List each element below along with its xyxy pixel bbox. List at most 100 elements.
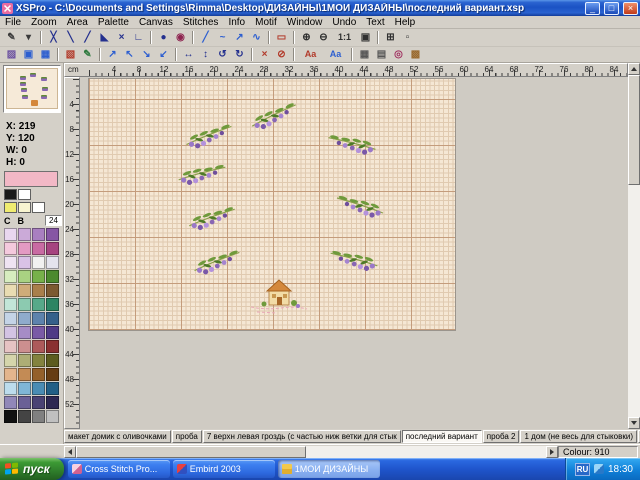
- palette-swatch[interactable]: [46, 396, 59, 409]
- palette-swatch[interactable]: [4, 298, 17, 311]
- taskbar-task-button[interactable]: Cross Stitch Pro...: [68, 460, 170, 478]
- full-cross-stitch-tool-button[interactable]: ╳: [45, 30, 62, 45]
- palette-swatch[interactable]: [4, 410, 17, 423]
- palette-swatch[interactable]: [46, 242, 59, 255]
- menu-item-stitches[interactable]: Stitches: [178, 17, 224, 28]
- palette-swatch[interactable]: [18, 368, 31, 381]
- language-indicator[interactable]: RU: [575, 463, 590, 476]
- palette-swatch[interactable]: [4, 382, 17, 395]
- palette-swatch[interactable]: [18, 189, 31, 200]
- curve-nw-tool-button[interactable]: ↖: [121, 47, 138, 62]
- flood-fill-tool-button[interactable]: ▧: [62, 47, 79, 62]
- palette-swatch[interactable]: [18, 312, 31, 325]
- menu-item-file[interactable]: File: [0, 17, 26, 28]
- font-colour-button-button[interactable]: Aa: [323, 47, 348, 62]
- palette-swatch[interactable]: [32, 396, 45, 409]
- palette-swatch[interactable]: [46, 228, 59, 241]
- arrow-tool-button[interactable]: ↗: [231, 30, 248, 45]
- palette-swatch[interactable]: [4, 202, 17, 213]
- taskbar-task-button[interactable]: 1МОИ ДИЗАЙНЫ: [278, 460, 380, 478]
- palette-swatch[interactable]: [4, 256, 17, 269]
- palette-swatch[interactable]: [4, 354, 17, 367]
- palette-swatch[interactable]: [18, 242, 31, 255]
- palette-swatch[interactable]: [46, 410, 59, 423]
- colour-count-box[interactable]: 24: [45, 215, 62, 226]
- design-tab[interactable]: проба: [172, 430, 202, 443]
- minimize-button[interactable]: _: [585, 2, 600, 15]
- no-entry-button-button[interactable]: ⊘: [273, 47, 290, 62]
- palette-swatch[interactable]: [4, 396, 17, 409]
- palette-swatch[interactable]: [46, 284, 59, 297]
- palette-swatch[interactable]: [32, 202, 45, 213]
- palette-swatch[interactable]: [18, 270, 31, 283]
- back-stitch-tool-button[interactable]: ∟: [130, 30, 147, 45]
- menu-item-undo[interactable]: Undo: [327, 17, 361, 28]
- zoom-one-to-one-button[interactable]: 1:1: [332, 30, 357, 45]
- palette-swatch[interactable]: [32, 270, 45, 283]
- palette-swatch[interactable]: [4, 284, 17, 297]
- palette-swatch[interactable]: [46, 326, 59, 339]
- palette-swatch[interactable]: [18, 228, 31, 241]
- vertical-scroll-track[interactable]: [628, 75, 640, 417]
- pan-tool-button[interactable]: ⊞: [382, 30, 399, 45]
- design-canvas[interactable]: [88, 78, 456, 331]
- select-motif-tool-button[interactable]: ▨: [3, 47, 20, 62]
- close-button[interactable]: ×: [623, 2, 638, 15]
- zoom-out-tool-button[interactable]: ⊖: [315, 30, 332, 45]
- vertical-scrollbar-thumb[interactable]: [628, 75, 640, 185]
- palette-swatch[interactable]: [32, 382, 45, 395]
- curve-sw-tool-button[interactable]: ↙: [155, 47, 172, 62]
- pencil-tool-button[interactable]: ✎: [3, 30, 20, 45]
- palette-swatch[interactable]: [4, 326, 17, 339]
- palette-swatch[interactable]: [18, 284, 31, 297]
- palette-swatch[interactable]: [32, 326, 45, 339]
- palette-swatch[interactable]: [32, 228, 45, 241]
- palette-swatch[interactable]: [4, 312, 17, 325]
- palette-swatch[interactable]: [32, 354, 45, 367]
- paste-motif-button-button[interactable]: ▦: [37, 47, 54, 62]
- french-knot-tool-button[interactable]: ●: [155, 30, 172, 45]
- palette-swatch[interactable]: [32, 256, 45, 269]
- palette-swatch[interactable]: [46, 256, 59, 269]
- menu-item-info[interactable]: Info: [223, 17, 250, 28]
- palette-swatch[interactable]: [32, 340, 45, 353]
- menu-item-area[interactable]: Area: [62, 17, 93, 28]
- palette-swatch[interactable]: [18, 326, 31, 339]
- menu-item-window[interactable]: Window: [282, 17, 328, 28]
- palette-swatch[interactable]: [4, 368, 17, 381]
- palette-swatch[interactable]: [32, 312, 45, 325]
- half-cross-stitch-tool-button[interactable]: ╲: [62, 30, 79, 45]
- palette-swatch[interactable]: [46, 368, 59, 381]
- curve-se-tool-button[interactable]: ↘: [138, 47, 155, 62]
- palette-swatch[interactable]: [18, 202, 31, 213]
- palette-view-button-button[interactable]: ▩: [407, 47, 424, 62]
- palette-swatch[interactable]: [46, 382, 59, 395]
- horizontal-scrollbar-thumb[interactable]: [76, 446, 306, 458]
- taskbar-task-button[interactable]: Embird 2003: [173, 460, 275, 478]
- palette-swatch[interactable]: [32, 284, 45, 297]
- palette-swatch[interactable]: [18, 340, 31, 353]
- scroll-down-button[interactable]: [628, 417, 640, 429]
- palette-swatch[interactable]: [32, 410, 45, 423]
- palette-swatch[interactable]: [46, 270, 59, 283]
- palette-swatch[interactable]: [4, 270, 17, 283]
- palette-swatch[interactable]: [18, 256, 31, 269]
- palette-swatch[interactable]: [32, 242, 45, 255]
- maximize-button[interactable]: □: [604, 2, 619, 15]
- scroll-left-button[interactable]: [64, 446, 76, 458]
- mirror-horizontal-button-button[interactable]: ↔: [180, 47, 197, 62]
- ruler-toggle-button-button[interactable]: ▤: [373, 47, 390, 62]
- freehand-tool-button[interactable]: ∿: [248, 30, 265, 45]
- line-tool-button[interactable]: ╱: [197, 30, 214, 45]
- design-tab[interactable]: 1 дом (не весь для стыковки): [520, 430, 637, 443]
- menu-item-motif[interactable]: Motif: [250, 17, 282, 28]
- horizontal-scroll-track[interactable]: [76, 446, 546, 458]
- palette-swatch[interactable]: [18, 396, 31, 409]
- menu-item-zoom[interactable]: Zoom: [26, 17, 62, 28]
- delete-stitch-button-button[interactable]: ×: [256, 47, 273, 62]
- eraser-tool-button[interactable]: ▭: [273, 30, 290, 45]
- mirror-vertical-button-button[interactable]: ↕: [197, 47, 214, 62]
- grid-toggle-button-button[interactable]: ▦: [356, 47, 373, 62]
- menu-item-canvas[interactable]: Canvas: [134, 17, 178, 28]
- palette-swatch[interactable]: [18, 354, 31, 367]
